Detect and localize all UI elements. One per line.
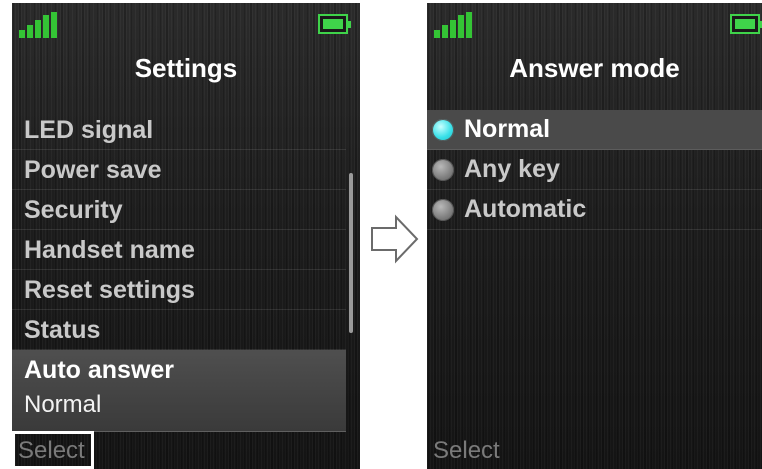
page-title: Settings xyxy=(134,53,238,83)
menu-item-led-signal[interactable]: LED signal xyxy=(12,110,346,150)
page-title: Answer mode xyxy=(509,53,680,83)
menu-item-security[interactable]: Security xyxy=(12,190,346,230)
menu-item-auto-answer[interactable]: Auto answer Normal xyxy=(12,350,346,432)
option-label: Any key xyxy=(464,155,560,183)
menu-item-power-save[interactable]: Power save xyxy=(12,150,346,190)
battery-icon xyxy=(730,14,762,34)
signal-strength-icon xyxy=(19,12,57,38)
option-label: Automatic xyxy=(464,195,587,223)
settings-screen: Settings LED signal Power save Security … xyxy=(12,3,360,469)
option-label: Normal xyxy=(464,115,551,143)
signal-strength-icon xyxy=(434,12,472,38)
select-softkey[interactable]: Select xyxy=(18,437,85,465)
menu-item-reset-settings[interactable]: Reset settings xyxy=(12,270,346,310)
menu-item-label: Auto answer xyxy=(24,356,175,384)
option-normal[interactable]: Normal xyxy=(427,110,762,150)
answer-mode-options: Normal Any key Automatic xyxy=(427,110,762,230)
menu-item-status[interactable]: Status xyxy=(12,310,346,350)
scrollbar[interactable] xyxy=(349,173,353,333)
radio-unchecked-icon xyxy=(432,158,454,181)
radio-unchecked-icon xyxy=(432,198,454,221)
radio-checked-icon xyxy=(432,118,454,141)
menu-item-value: Normal xyxy=(24,391,102,418)
battery-icon xyxy=(318,14,351,34)
menu-item-handset-name[interactable]: Handset name xyxy=(12,230,346,270)
right-arrow-icon xyxy=(371,214,419,264)
option-automatic[interactable]: Automatic xyxy=(427,190,762,230)
settings-menu: LED signal Power save Security Handset n… xyxy=(12,110,346,432)
select-softkey[interactable]: Select xyxy=(433,437,500,465)
answer-mode-screen: Answer mode Normal Any key Automatic Sel… xyxy=(427,3,762,469)
option-any-key[interactable]: Any key xyxy=(427,150,762,190)
